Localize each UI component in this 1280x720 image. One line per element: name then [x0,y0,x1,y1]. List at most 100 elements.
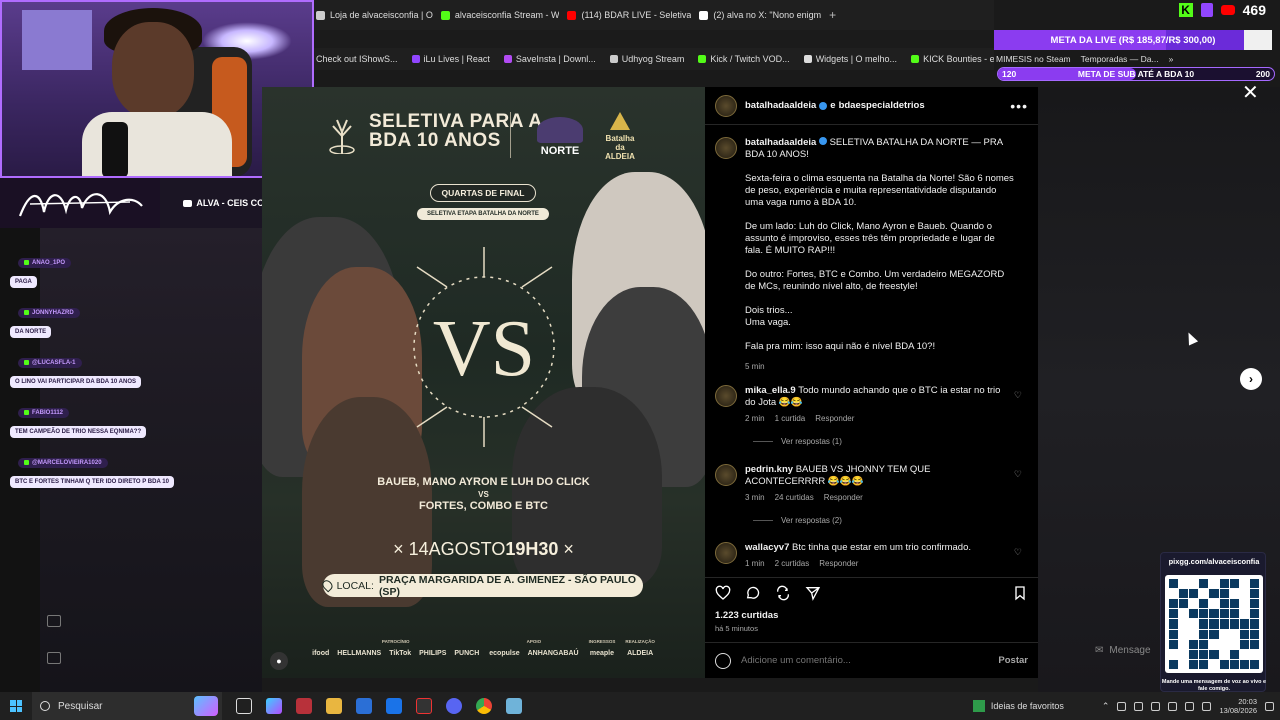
bookmark[interactable]: Widgets | O melho... [803,54,897,64]
bookmark[interactable]: Udhyog Stream [609,54,684,64]
qr-cell [1189,619,1199,629]
like-comment-icon[interactable]: ♡ [1014,468,1022,480]
reply-button[interactable]: Responder [824,492,863,504]
qr-cell [1209,599,1219,609]
bookmark[interactable]: Temporadas — Da... [1081,54,1159,64]
reply-button[interactable]: Responder [815,413,854,425]
author-username[interactable]: batalhadaaldeia [745,100,816,111]
clock[interactable]: 20:03 13/08/2026 [1219,697,1257,715]
bookmark[interactable]: MIMESIS no Steam [996,54,1071,64]
repost-icon[interactable] [775,585,791,601]
obs-icon[interactable] [416,698,432,714]
like-comment-icon[interactable]: ♡ [1014,546,1022,558]
browser-tab[interactable]: (2) alva no X: "Nono enigm [699,10,821,20]
tagged-user-icon[interactable]: ● [270,652,288,670]
file-explorer-icon[interactable] [326,698,342,714]
like-icon[interactable] [715,585,731,601]
tray-icon[interactable] [1151,701,1161,711]
bookmark[interactable]: SaveInsta | Downl... [503,54,596,64]
caption-username[interactable]: batalhadaaldeia [745,137,816,148]
sponsor-group: APOIO ecopulse ANHANGABAÚ [489,639,579,657]
commenter-username[interactable]: pedrin.kny [745,464,793,475]
share-icon[interactable] [805,585,821,601]
qr-cell [1209,609,1219,619]
comment-likes[interactable]: 1 curtida [775,413,806,425]
tray-icon[interactable] [1117,701,1127,711]
taskbar: Pesquisar Ideias de favoritos ⌃ 20:03 13… [0,692,1280,720]
comment-likes[interactable]: 2 curtidas [775,558,810,570]
bookmarks-overflow[interactable]: » [1169,54,1174,64]
bookmark[interactable]: Kick / Twitch VOD... [698,54,790,64]
qr-cell [1169,649,1179,659]
messages-button[interactable]: ✉ Mensage [1095,645,1151,656]
qr-cell [1199,629,1209,639]
app-icon[interactable] [506,698,522,714]
notification-icon[interactable] [1265,701,1274,711]
qr-cell [1249,579,1259,589]
author-avatar[interactable] [715,94,737,117]
news-widget[interactable]: Ideias de favoritos [972,700,1064,712]
bookmark[interactable]: iLu Lives | React [411,54,490,64]
copilot-icon[interactable] [266,698,282,714]
signature-svg [18,193,143,217]
post-comment-button[interactable]: Postar [998,655,1028,666]
taskbar-search[interactable]: Pesquisar [32,692,222,720]
commenter-avatar[interactable] [715,542,737,564]
view-replies[interactable]: Ver respostas (2) [753,516,842,525]
browser-tab[interactable]: alvaceisconfia Stream - W [440,10,559,20]
qr-cell [1199,599,1209,609]
grid-icon[interactable] [47,652,61,664]
comment-icon[interactable] [745,585,761,601]
more-options-icon[interactable]: ••• [1010,98,1028,114]
bookmark[interactable]: KICK Bounties - ev... [911,54,994,64]
message-icon: ✉ [1095,645,1104,656]
tray-icon[interactable] [1134,701,1144,711]
wifi-icon[interactable] [1168,701,1178,711]
comment-time: 1 min [745,559,765,568]
caption-line: Fala pra mim: isso aqui não é nível BDA … [745,341,936,352]
like-comment-icon[interactable]: ♡ [1014,389,1022,401]
caption-avatar[interactable] [715,137,737,159]
location-pill: LOCAL: PRAÇA MARGARIDA DE A. GIMENEZ - S… [320,574,643,598]
reply-button[interactable]: Responder [819,558,858,570]
comment-input[interactable] [741,655,989,666]
commenter-avatar[interactable] [715,385,737,407]
webcam-monitor [22,10,92,70]
vs-emblem: VS [413,247,555,447]
commenter-username[interactable]: wallacyv7 [745,542,789,553]
browser-tab[interactable]: Loja de alvaceisconfia | O [316,10,433,20]
caption-line: Dois trios... Uma vaga. [745,305,793,328]
commenter-avatar[interactable] [715,464,737,486]
outlook-icon[interactable] [386,698,402,714]
tray-chevron-icon[interactable]: ⌃ [1102,701,1110,712]
bookmark[interactable]: Check out IShowS... [316,54,398,64]
qr-cell [1199,649,1209,659]
app-icon[interactable] [296,698,312,714]
store-icon[interactable] [356,698,372,714]
view-replies[interactable]: Ver respostas (1) [753,437,842,446]
browser-tab[interactable]: (114) BDAR LIVE - Seletiva [567,10,691,20]
comment-time: 3 min [745,493,765,502]
task-view-icon[interactable] [236,698,252,714]
likes-count[interactable]: 1.223 curtidas [715,610,778,621]
pix-url: pixgg.com/alvaceisconfia [1168,557,1260,566]
menu-icon[interactable] [47,615,61,627]
collab-username[interactable]: bdaespecialdetrios [839,100,925,111]
new-tab-button[interactable]: + [829,8,836,22]
chrome-icon[interactable] [476,698,492,714]
bookmark-icon [911,55,920,63]
next-post-button[interactable]: › [1240,368,1262,390]
emoji-icon[interactable] [715,652,731,669]
and-text: e [830,100,836,111]
close-icon[interactable]: ✕ [1242,80,1259,105]
post-image[interactable]: SELETIVA PARA A BDA 10 ANOS NORTE Batalh… [262,87,705,678]
battery-icon[interactable] [1202,701,1212,711]
volume-icon[interactable] [1185,701,1195,711]
start-button[interactable] [0,692,32,720]
donation-goal-bar: META DA LIVE (R$ 185,87/R$ 300,00) [994,30,1272,50]
comment-likes[interactable]: 24 curtidas [775,492,814,504]
bookmark-icon[interactable] [1012,585,1028,601]
qr-code [1165,575,1263,673]
discord-icon[interactable] [446,698,462,714]
commenter-username[interactable]: mika_ella.9 [745,385,796,396]
